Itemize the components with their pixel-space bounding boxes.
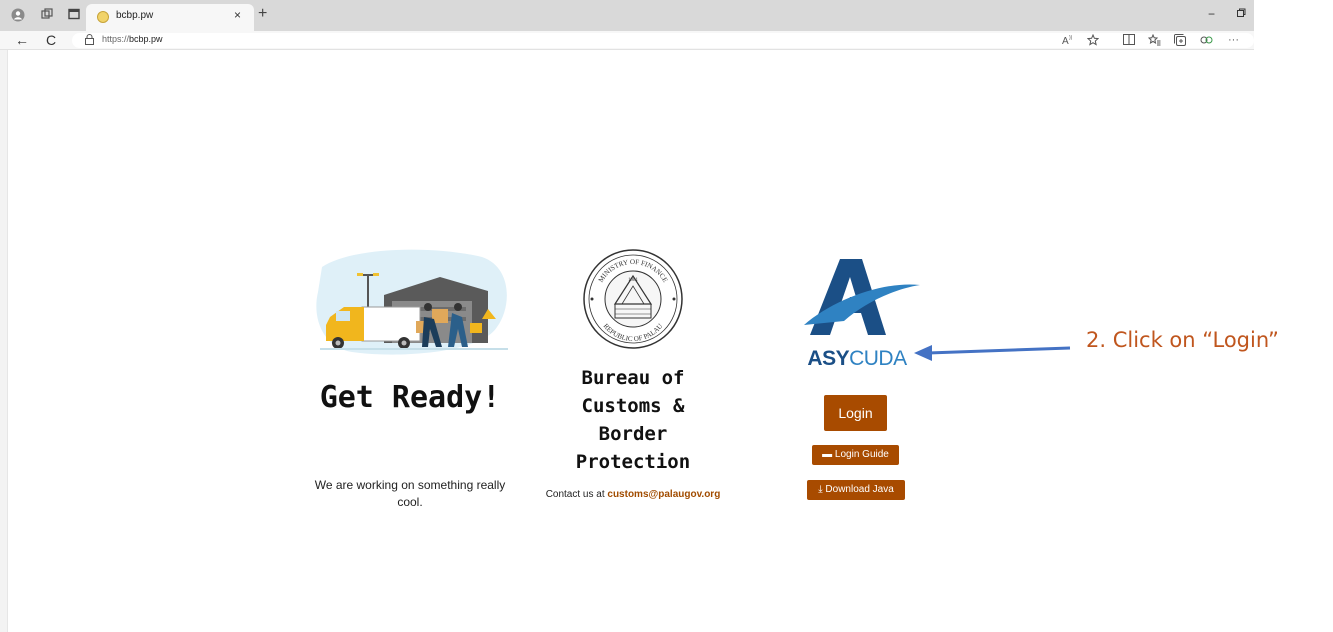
asycuda-logo-icon — [804, 259, 920, 335]
refresh-button[interactable]: C — [46, 31, 56, 50]
ministry-of-finance-seal: MINISTRY OF FINANCE REPUBLIC OF PALAU 19… — [583, 249, 683, 349]
contact-email-link[interactable]: customs@palaugov.org — [607, 489, 720, 500]
bureau-heading: Bureau of Customs & Border Protection — [575, 367, 691, 473]
login-guide-button[interactable]: ▬ Login Guide — [812, 445, 899, 465]
contact-line: Contact us at customs@palaugov.org — [530, 489, 736, 500]
download-java-label: Download Java — [825, 484, 894, 495]
url-field[interactable]: https://bcbp.pw — [72, 33, 1254, 48]
minimize-button[interactable]: − — [1208, 7, 1215, 21]
favorites-icon[interactable] — [1147, 33, 1161, 49]
get-ready-heading: Get Ready! — [319, 380, 501, 415]
right-margin — [1254, 0, 1333, 632]
login-button[interactable]: Login — [824, 395, 887, 431]
contact-prefix: Contact us at — [545, 489, 605, 500]
asycuda-wordmark-sy: SY — [822, 347, 850, 370]
browser-tab[interactable]: bcbp.pw × — [86, 4, 254, 31]
url-protocol: https:// — [102, 34, 130, 44]
tab-title: bcbp.pw — [116, 10, 154, 21]
workspaces-icon[interactable] — [40, 8, 54, 22]
new-tab-button[interactable]: + — [258, 5, 267, 23]
favicon — [97, 11, 109, 23]
asycuda-wordmark-cuda: CUDA — [849, 347, 907, 370]
asycuda-wordmark: ASYCUDA — [792, 347, 922, 371]
annotation-arrow-icon — [914, 345, 1071, 361]
asycuda-wordmark-a: A — [807, 347, 823, 370]
lock-icon[interactable] — [85, 34, 94, 48]
download-java-button[interactable]: ⤓ Download Java — [807, 480, 905, 500]
login-guide-label: Login Guide — [834, 449, 889, 460]
tab-close-icon[interactable]: × — [234, 8, 241, 22]
tab-strip: bcbp.pw × + − — [0, 0, 1254, 31]
url-text: https://bcbp.pw — [102, 34, 163, 44]
extensions-icon[interactable] — [1200, 34, 1213, 49]
page-left-edge — [0, 50, 8, 632]
profile-icon[interactable] — [11, 8, 25, 22]
svg-text:A: A — [1062, 36, 1069, 45]
back-button[interactable]: ← — [15, 31, 29, 50]
split-screen-icon[interactable] — [1123, 34, 1135, 48]
url-host: bcbp.pw — [129, 34, 163, 44]
delivery-truck-illustration — [316, 249, 508, 355]
more-icon[interactable]: ··· — [1228, 34, 1239, 46]
working-message: We are working on something really cool. — [314, 478, 506, 509]
annotation-text: 2. Click on “Login” — [1086, 328, 1279, 352]
collections-icon[interactable] — [1174, 34, 1186, 49]
favorite-icon[interactable] — [1086, 33, 1100, 49]
svg-text:)): )) — [1069, 35, 1073, 41]
tab-actions-icon[interactable] — [67, 8, 81, 22]
guide-icon: ▬ — [822, 449, 835, 460]
read-aloud-icon[interactable]: A)) — [1062, 34, 1074, 48]
restore-button[interactable] — [1236, 7, 1246, 21]
